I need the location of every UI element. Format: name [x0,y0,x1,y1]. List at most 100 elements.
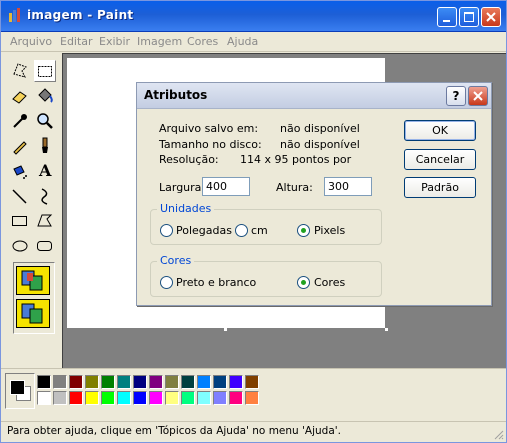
help-button[interactable]: ? [446,86,466,106]
palette-swatch[interactable] [117,391,131,405]
default-button[interactable]: Padrão [404,177,476,198]
dialog-close-button[interactable] [468,86,488,106]
palette-swatch[interactable] [149,375,163,389]
palette-swatch[interactable] [37,391,51,405]
close-icon [486,12,496,22]
menu-editar[interactable]: Editar [60,35,93,48]
ok-button[interactable]: OK [404,120,476,141]
curve-tool[interactable] [34,185,56,207]
line-tool[interactable] [9,185,31,207]
palette-swatch[interactable] [101,391,115,405]
text-tool[interactable]: A [34,160,56,182]
menu-arquivo[interactable]: Arquivo [10,35,52,48]
palette-swatch[interactable] [85,375,99,389]
window-title: imagem - Paint [27,8,134,22]
palette-swatch[interactable] [149,391,163,405]
brush-tool[interactable] [34,135,56,157]
minimize-icon [443,20,450,22]
palette-swatch[interactable] [229,391,243,405]
dialog-title-bar[interactable]: Atributos ? [137,83,491,109]
resolution-value: 114 x 95 pontos por [240,153,352,166]
colors-group: Cores Preto e branco Cores [150,254,382,297]
menu-cores[interactable]: Cores [187,35,218,48]
radio-pixels-label[interactable]: Pixels [314,224,345,237]
palette-swatch[interactable] [133,391,147,405]
maximize-button[interactable] [459,7,479,27]
polygon-tool[interactable] [34,210,56,232]
resolution-label: Resolução: [159,153,219,166]
dialog-title: Atributos [144,88,208,102]
palette-swatch[interactable] [165,375,179,389]
opaque-option[interactable] [16,266,50,295]
palette-swatch[interactable] [229,375,243,389]
minimize-button[interactable] [437,7,457,27]
airbrush-tool[interactable] [9,160,31,182]
resize-handle-corner[interactable] [385,328,388,331]
menu-ajuda[interactable]: Ajuda [227,35,258,48]
palette-swatch[interactable] [181,375,195,389]
color-palette [1,368,506,413]
rounded-rectangle-icon [37,241,52,251]
rectangle-tool[interactable] [9,210,31,232]
palette-swatch[interactable] [181,391,195,405]
brush-icon [42,137,48,153]
palette-swatch[interactable] [53,391,67,405]
radio-preto-e-branco[interactable] [160,276,173,289]
free-select-tool[interactable] [9,60,31,82]
eraser-tool[interactable] [9,85,31,107]
palette-swatch[interactable] [197,391,211,405]
rectangle-icon [12,216,27,226]
colors-group-label: Cores [157,254,195,267]
tool-options-box [13,262,55,334]
fill-tool[interactable] [34,85,56,107]
palette-swatch[interactable] [37,375,51,389]
units-group-label: Unidades [157,202,215,215]
palette-swatch[interactable] [213,375,227,389]
magnifier-icon [37,113,53,129]
radio-pixels[interactable] [297,224,310,237]
magnifier-tool[interactable] [34,110,56,132]
ellipse-tool[interactable] [9,235,31,257]
palette-swatch[interactable] [69,375,83,389]
palette-swatch[interactable] [117,375,131,389]
palette-swatch[interactable] [133,375,147,389]
palette-swatch[interactable] [53,375,67,389]
rect-select-tool[interactable] [34,60,56,82]
line-icon [12,189,27,204]
height-input[interactable] [324,177,372,196]
close-button[interactable] [481,7,501,27]
cancel-button[interactable]: Cancelar [404,149,476,170]
resize-grip-icon[interactable] [492,428,504,440]
menu-exibir[interactable]: Exibir [99,35,130,48]
paint-app-icon [9,8,20,22]
radio-cm[interactable] [235,224,248,237]
palette-swatch[interactable] [245,391,259,405]
palette-swatch[interactable] [245,375,259,389]
eraser-icon [12,91,27,104]
palette-swatch[interactable] [69,391,83,405]
radio-preto-e-branco-label[interactable]: Preto e branco [176,276,256,289]
radio-cm-label[interactable]: cm [251,224,268,237]
resize-handle-bottom[interactable] [224,328,227,331]
maximize-icon [464,12,474,22]
palette-swatch[interactable] [165,391,179,405]
toolbox: A [4,54,60,366]
pencil-tool[interactable] [9,135,31,157]
width-input[interactable] [202,177,250,196]
paint-bucket-icon [38,88,53,103]
rounded-rectangle-tool[interactable] [34,235,56,257]
title-bar[interactable]: imagem - Paint [1,1,506,32]
palette-swatch[interactable] [85,391,99,405]
palette-swatch[interactable] [197,375,211,389]
transparent-option[interactable] [16,299,50,328]
radio-polegadas-label[interactable]: Polegadas [176,224,232,237]
transparent-option-icon [21,303,43,324]
palette-swatch[interactable] [101,375,115,389]
color-picker-tool[interactable] [9,110,31,132]
radio-cores-label[interactable]: Cores [314,276,345,289]
radio-polegadas[interactable] [160,224,173,237]
menu-imagem[interactable]: Imagem [137,35,182,48]
airbrush-icon [13,165,27,179]
radio-cores[interactable] [297,276,310,289]
palette-swatch[interactable] [213,391,227,405]
